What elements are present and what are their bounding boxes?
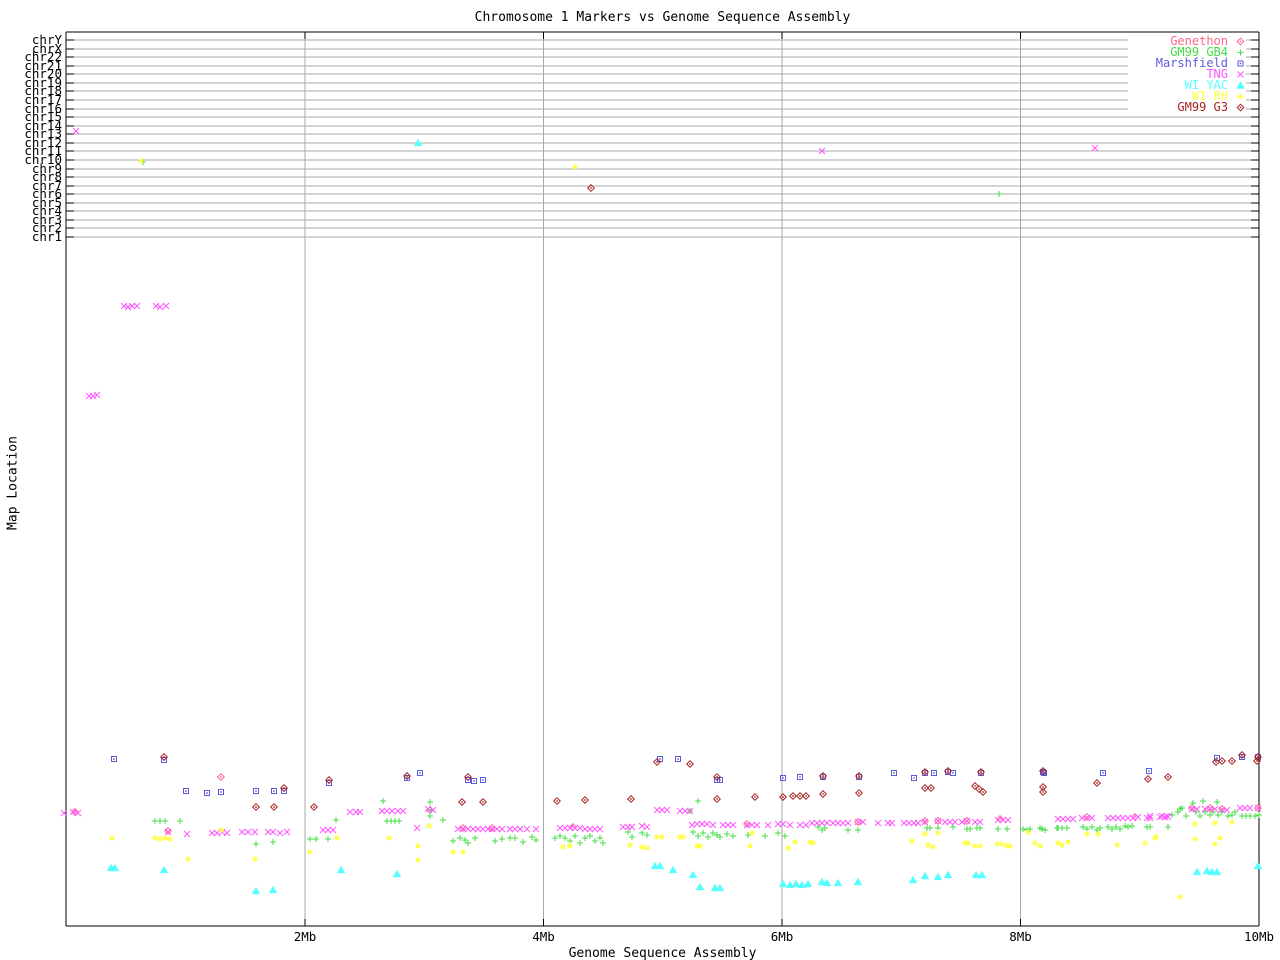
x-marker-icon <box>1237 71 1244 78</box>
legend-label: GM99 G3 <box>1177 100 1228 114</box>
triangle-marker-icon <box>1236 81 1245 89</box>
star-marker-icon <box>1237 93 1244 100</box>
plot-area: chrYchrXchr22chr21chr20chr19chr18chr17ch… <box>24 31 1274 944</box>
legend-item-marshfield: Marshfield <box>1128 57 1246 69</box>
svg-text:10Mb: 10Mb <box>1244 929 1274 944</box>
svg-text:chr1: chr1 <box>32 229 62 244</box>
svg-text:4Mb: 4Mb <box>532 929 555 944</box>
genethon-diamond-icon <box>1236 37 1245 46</box>
plus-marker-icon <box>1237 49 1244 56</box>
svg-text:6Mb: 6Mb <box>771 929 794 944</box>
legend-item-gm99-g3: GM99 G3 <box>1128 100 1246 114</box>
figure-canvas: Chromosome 1 Markers vs Genome Sequence … <box>0 0 1280 960</box>
svg-text:8Mb: 8Mb <box>1009 929 1032 944</box>
svg-text:2Mb: 2Mb <box>294 929 317 944</box>
gm99-g3-diamond-icon <box>1236 103 1245 112</box>
legend: Genethon GM99 GB4 Marshfield TNG WI YAC … <box>1128 35 1246 114</box>
square-marker-icon <box>1237 60 1244 67</box>
x-axis-title: Genome Sequence Assembly <box>568 946 757 960</box>
legend-item-wi-yac: WI YAC <box>1128 79 1246 91</box>
